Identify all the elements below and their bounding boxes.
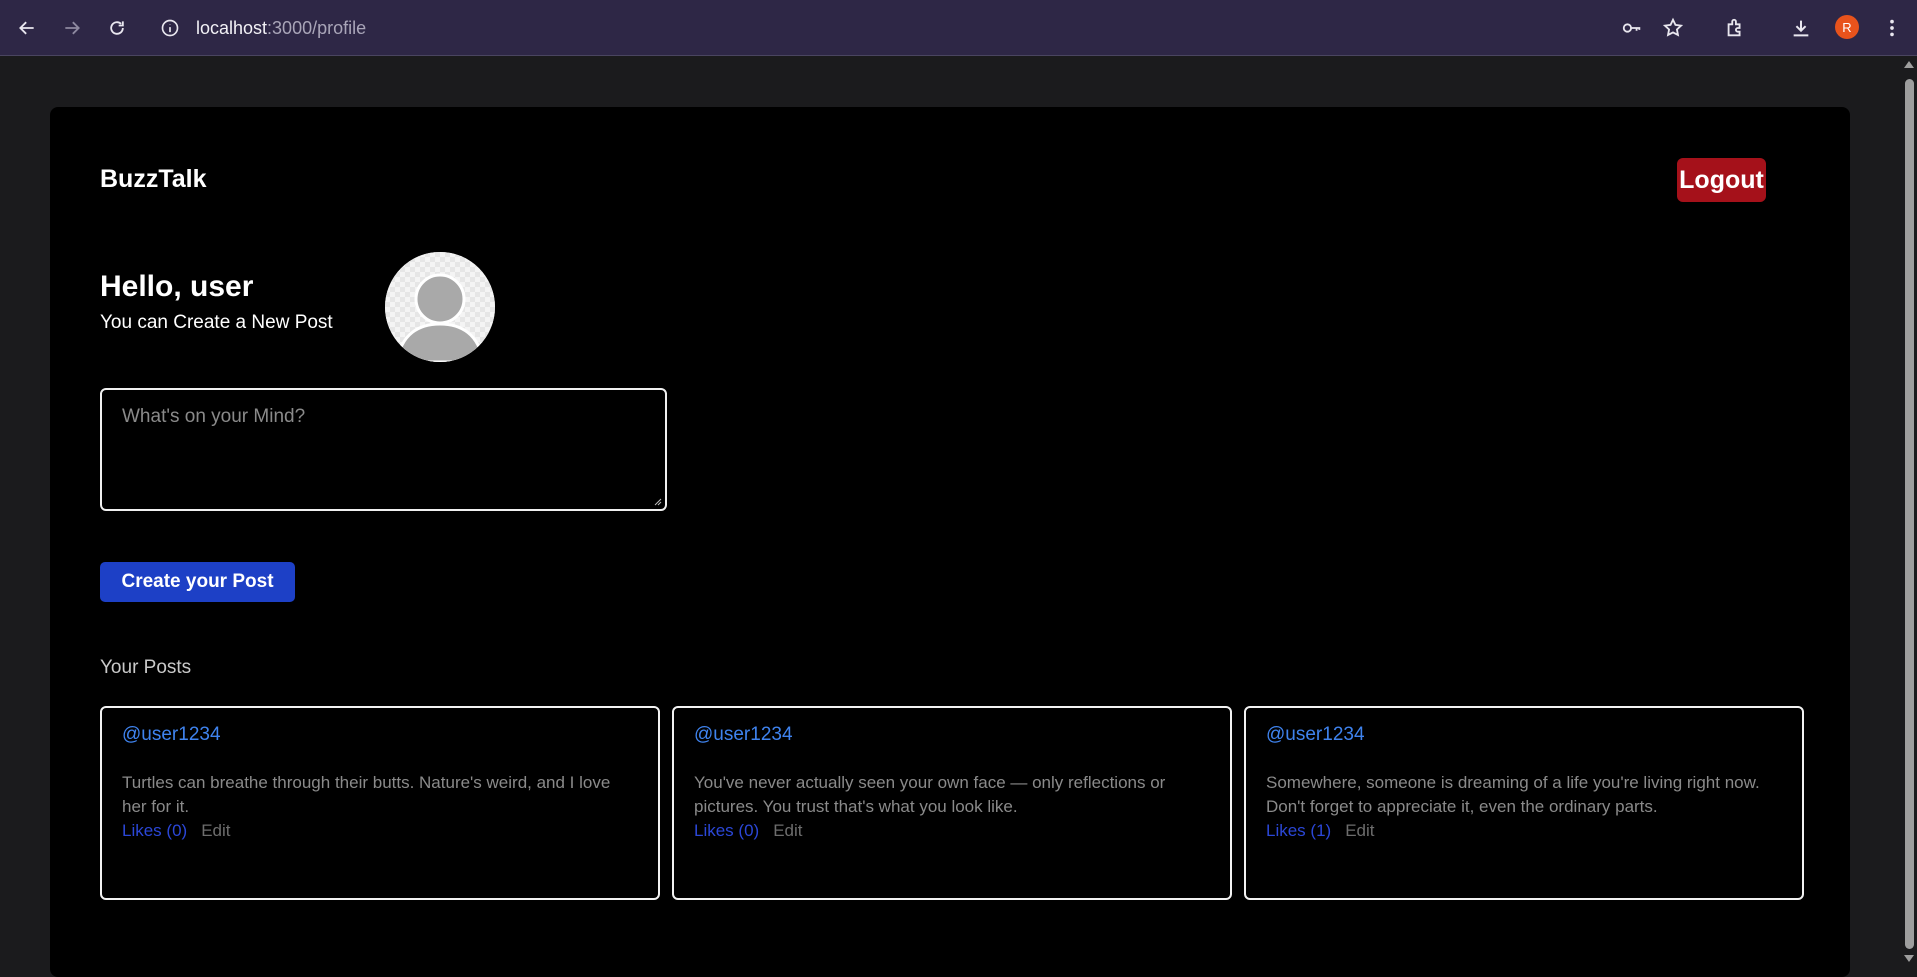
like-link[interactable]: Likes (0) xyxy=(122,821,187,840)
create-post-button[interactable]: Create your Post xyxy=(100,562,295,602)
post-actions: Likes (0) Edit xyxy=(122,821,638,841)
back-icon[interactable] xyxy=(13,14,41,42)
forward-icon[interactable] xyxy=(58,14,86,42)
post-textarea-placeholder: What's on your Mind? xyxy=(122,406,306,427)
post-body: You've never actually seen your own face… xyxy=(694,773,1166,816)
reload-icon[interactable] xyxy=(103,14,131,42)
url-host: localhost xyxy=(196,17,268,38)
scroll-thumb[interactable] xyxy=(1905,79,1914,949)
browser-toolbar: localhost:3000/profile R xyxy=(0,0,1917,56)
scroll-up-arrow-icon[interactable] xyxy=(1904,61,1914,68)
logout-button[interactable]: Logout xyxy=(1677,158,1766,202)
user-avatar xyxy=(385,252,495,362)
post-actions: Likes (1) Edit xyxy=(1266,821,1782,841)
profile-avatar[interactable]: R xyxy=(1835,15,1859,39)
default-avatar-icon xyxy=(385,252,495,362)
address-bar[interactable]: localhost:3000/profile xyxy=(196,14,366,42)
post-username[interactable]: @user1234 xyxy=(694,724,1210,746)
post-actions: Likes (0) Edit xyxy=(694,821,1210,841)
url-path: :3000/profile xyxy=(267,17,367,38)
your-posts-heading: Your Posts xyxy=(100,657,192,678)
edit-link[interactable]: Edit xyxy=(201,821,230,840)
bookmark-star-icon[interactable] xyxy=(1659,14,1687,42)
post-body: Somewhere, someone is dreaming of a life… xyxy=(1266,773,1760,816)
post-card: @user1234 You've never actually seen you… xyxy=(672,706,1232,900)
like-link[interactable]: Likes (0) xyxy=(694,821,759,840)
resize-handle-icon[interactable] xyxy=(654,498,662,506)
post-body: Turtles can breathe through their butts.… xyxy=(122,773,611,816)
posts-grid: @user1234 Turtles can breathe through th… xyxy=(100,706,1806,900)
profile-page: BuzzTalk Logout Hello, user You can Crea… xyxy=(50,107,1850,977)
like-link[interactable]: Likes (1) xyxy=(1266,821,1331,840)
download-icon[interactable] xyxy=(1787,14,1815,42)
post-username[interactable]: @user1234 xyxy=(1266,724,1782,746)
menu-kebab-icon[interactable] xyxy=(1878,14,1906,42)
greeting-title: Hello, user xyxy=(100,270,254,303)
post-textarea[interactable]: What's on your Mind? xyxy=(100,388,667,511)
extensions-icon[interactable] xyxy=(1721,14,1749,42)
brand-logo[interactable]: BuzzTalk xyxy=(100,165,207,194)
post-card: @user1234 Turtles can breathe through th… xyxy=(100,706,660,900)
post-username[interactable]: @user1234 xyxy=(122,724,638,746)
site-info-icon[interactable] xyxy=(160,18,180,38)
greeting-subtitle: You can Create a New Post xyxy=(100,312,333,333)
password-key-icon[interactable] xyxy=(1618,14,1646,42)
edit-link[interactable]: Edit xyxy=(1345,821,1374,840)
edit-link[interactable]: Edit xyxy=(773,821,802,840)
scroll-down-arrow-icon[interactable] xyxy=(1904,955,1914,962)
post-card: @user1234 Somewhere, someone is dreaming… xyxy=(1244,706,1804,900)
page-scrollbar[interactable] xyxy=(1901,57,1917,968)
